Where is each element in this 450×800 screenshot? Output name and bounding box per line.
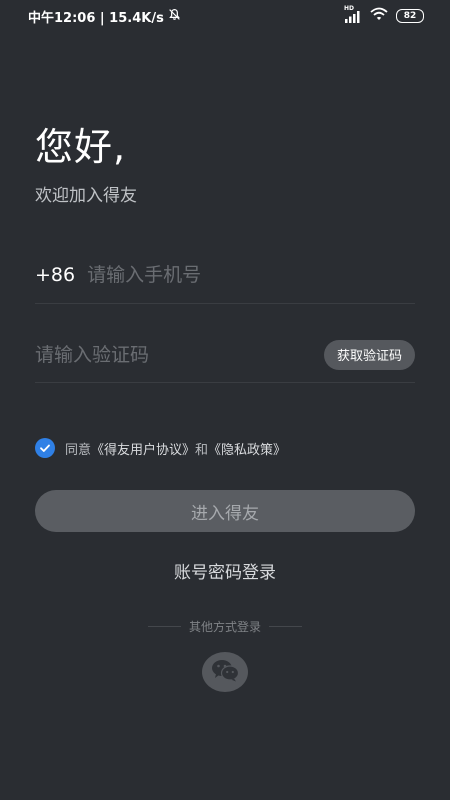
login-screen: 中午12:06 | 15.4K/s HD 82 您好, 欢迎加入得友 +86 请… [0, 0, 450, 800]
signal-icon: HD [344, 5, 362, 23]
other-login-label: 其他方式登录 [189, 620, 262, 634]
agreement-and: 和 [195, 442, 209, 458]
wechat-login-button[interactable] [202, 652, 248, 692]
divider-line-left [148, 626, 181, 627]
bell-off-icon [168, 8, 181, 25]
verification-code-input[interactable] [35, 343, 324, 366]
wechat-icon [210, 658, 240, 686]
get-code-button[interactable]: 获取验证码 [323, 339, 415, 370]
check-circle-icon[interactable] [35, 438, 55, 458]
password-login-link[interactable]: 账号密码登录 [0, 558, 450, 583]
battery-indicator: 82 [396, 9, 424, 23]
other-login-divider: 其他方式登录 [148, 618, 303, 635]
network-type-label: HD [344, 5, 355, 12]
status-time: 中午12:06 | 15.4K/s [28, 10, 164, 26]
privacy-policy-link[interactable]: 《隐私政策》 [208, 439, 286, 458]
user-agreement-link[interactable]: 《得友用户协议》 [91, 439, 195, 458]
enter-button[interactable]: 进入得友 [35, 490, 415, 532]
status-bar: 中午12:06 | 15.4K/s HD 82 [0, 0, 450, 32]
greeting-title: 您好, [35, 125, 127, 169]
status-right: HD 82 [344, 5, 424, 25]
phone-input[interactable] [87, 263, 415, 286]
verification-field-row: 获取验证码 [35, 335, 415, 383]
welcome-subtitle: 欢迎加入得友 [35, 186, 137, 206]
wifi-icon [370, 7, 388, 25]
agreement-prefix: 同意 [65, 442, 92, 458]
agreement-row: 同意 《得友用户协议》 和 《隐私政策》 [35, 438, 286, 458]
divider-line-right [269, 626, 303, 627]
country-code[interactable]: +86 [35, 264, 75, 286]
phone-field-row: +86 [35, 252, 415, 304]
status-left: 中午12:06 | 15.4K/s [28, 7, 181, 26]
